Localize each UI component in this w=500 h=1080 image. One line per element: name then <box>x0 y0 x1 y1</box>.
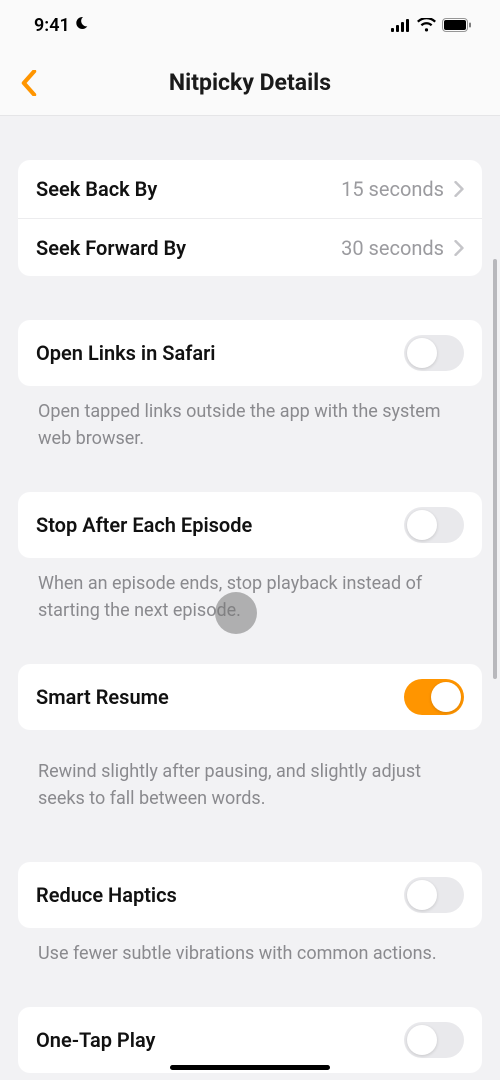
seek-forward-row[interactable]: Seek Forward By 30 seconds <box>18 218 482 276</box>
battery-icon <box>442 18 472 32</box>
seek-forward-label: Seek Forward By <box>36 236 186 260</box>
one-tap-row: One-Tap Play <box>18 1007 482 1073</box>
status-bar: 9:41 <box>0 0 500 50</box>
scroll-indicator[interactable] <box>493 259 497 679</box>
settings-scroll-area[interactable]: Seek Back By 15 seconds Seek Forward By … <box>0 116 500 1080</box>
stop-after-label: Stop After Each Episode <box>36 513 252 537</box>
smart-resume-toggle[interactable] <box>404 679 464 715</box>
seek-back-value: 15 seconds <box>341 177 444 201</box>
chevron-right-icon <box>454 240 464 256</box>
wifi-icon <box>417 18 436 32</box>
stop-after-group: Stop After Each Episode <box>18 492 482 558</box>
status-left: 9:41 <box>34 15 90 36</box>
status-time: 9:41 <box>34 15 70 36</box>
seek-forward-value: 30 seconds <box>341 236 444 260</box>
reduce-haptics-label: Reduce Haptics <box>36 883 177 907</box>
home-indicator[interactable] <box>170 1065 330 1070</box>
page-title: Nitpicky Details <box>0 69 500 96</box>
seek-back-label: Seek Back By <box>36 177 157 201</box>
open-links-label: Open Links in Safari <box>36 341 215 365</box>
smart-resume-row: Smart Resume <box>18 664 482 730</box>
reduce-haptics-footer: Use fewer subtle vibrations with common … <box>18 940 482 995</box>
reduce-haptics-toggle[interactable] <box>404 877 464 913</box>
do-not-disturb-icon <box>74 15 90 36</box>
stop-after-row: Stop After Each Episode <box>18 492 482 558</box>
one-tap-group: One-Tap Play <box>18 1007 482 1073</box>
back-button[interactable] <box>12 62 46 104</box>
smart-resume-footer: Rewind slightly after pausing, and sligh… <box>18 758 482 840</box>
chevron-right-icon <box>454 181 464 197</box>
open-links-group: Open Links in Safari <box>18 320 482 386</box>
cellular-signal-icon <box>391 19 411 32</box>
reduce-haptics-row: Reduce Haptics <box>18 862 482 928</box>
reduce-haptics-group: Reduce Haptics <box>18 862 482 928</box>
open-links-row: Open Links in Safari <box>18 320 482 386</box>
smart-resume-label: Smart Resume <box>36 685 169 709</box>
open-links-footer: Open tapped links outside the app with t… <box>18 398 482 480</box>
smart-resume-group: Smart Resume <box>18 664 482 730</box>
seek-back-row[interactable]: Seek Back By 15 seconds <box>18 160 482 218</box>
navigation-bar: Nitpicky Details <box>0 50 500 116</box>
open-links-toggle[interactable] <box>404 335 464 371</box>
one-tap-toggle[interactable] <box>404 1022 464 1058</box>
one-tap-label: One-Tap Play <box>36 1028 156 1052</box>
status-right <box>391 18 472 32</box>
seek-group: Seek Back By 15 seconds Seek Forward By … <box>18 160 482 276</box>
stop-after-toggle[interactable] <box>404 507 464 543</box>
stop-after-footer: When an episode ends, stop playback inst… <box>18 570 482 652</box>
